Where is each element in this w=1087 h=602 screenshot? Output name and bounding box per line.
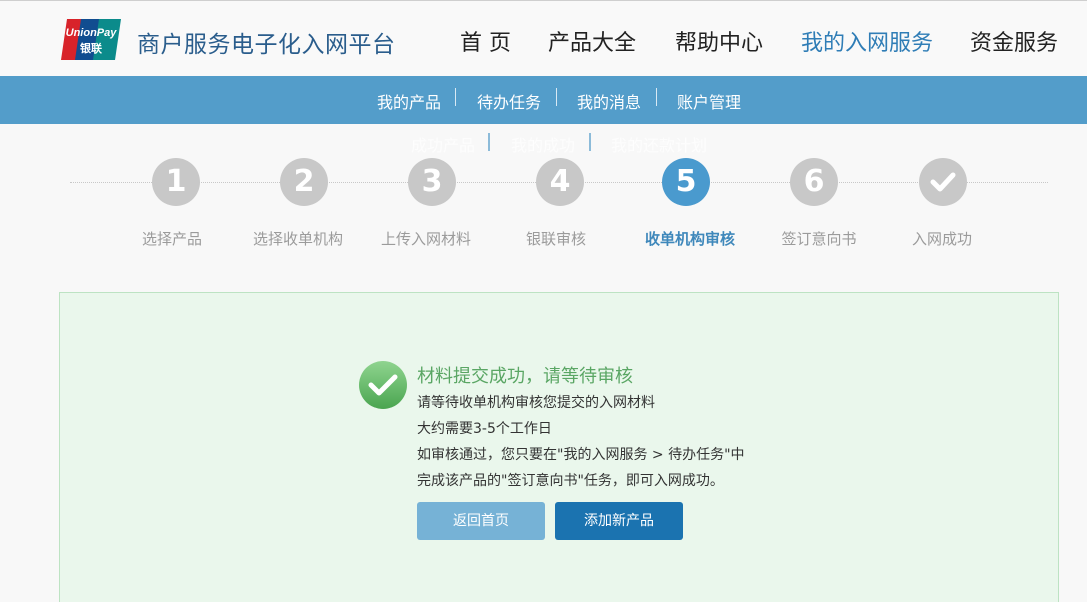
step-1-circle: 1 [152,158,200,206]
sub-nav: 我的产品 待办任务 我的消息 账户管理 [0,76,1087,124]
ghost-divider [589,133,591,151]
ghost-menu-item: 我的还款计划 [611,136,708,155]
step-label: 入网成功 [911,230,972,248]
step-label-current: 收单机构审核 [644,230,735,248]
top-header: UnionPay 银联 商户服务电子化入网平台 首 页 产品大全 帮助中心 我的… [0,0,1087,76]
nav-products[interactable]: 产品大全 [548,25,636,57]
ghost-menu-item: 成功产品 [411,136,476,155]
result-line: 请等待收单机构审核您提交的入网材料 [417,395,655,411]
step-label: 选择产品 [141,230,202,248]
step-3-circle: 3 [408,158,456,206]
nav-my-services[interactable]: 我的入网服务 [801,25,933,57]
main-nav: 首 页 产品大全 帮助中心 我的入网服务 资金服务 [0,25,1087,59]
subnav-divider [656,88,657,106]
ghost-menu-item: 我的成功 [511,136,576,155]
result-line: 完成该产品的"签订意向书"任务，即可入网成功。 [417,473,724,489]
result-line: 如审核通过，您只要在"我的入网服务 > 待办任务"中 [417,447,745,463]
subnav-account[interactable]: 账户管理 [677,89,741,113]
success-check-icon [358,360,408,410]
nav-help[interactable]: 帮助中心 [675,25,763,57]
add-product-button[interactable]: 添加新产品 [555,502,683,540]
result-title: 材料提交成功，请等待审核 [417,366,633,387]
subnav-my-products[interactable]: 我的产品 [377,89,441,113]
step-label: 上传入网材料 [380,230,471,248]
step-label: 选择收单机构 [252,230,343,248]
subnav-my-messages[interactable]: 我的消息 [577,89,641,113]
subnav-divider [455,88,456,106]
step-5-circle: 5 [662,158,710,206]
step-4-circle: 4 [536,158,584,206]
nav-home[interactable]: 首 页 [460,25,511,57]
result-line: 大约需要3-5个工作日 [417,421,552,437]
subnav-divider [556,88,557,106]
subnav-todo-tasks[interactable]: 待办任务 [477,89,541,113]
ghost-divider [488,133,490,151]
step-label: 银联审核 [525,230,586,248]
step-6-circle: 6 [790,158,838,206]
step-2-circle: 2 [280,158,328,206]
nav-funds[interactable]: 资金服务 [970,25,1058,57]
back-home-button[interactable]: 返回首页 [417,502,545,540]
step-7-check-icon [919,158,967,206]
step-label: 签订意向书 [781,230,857,248]
